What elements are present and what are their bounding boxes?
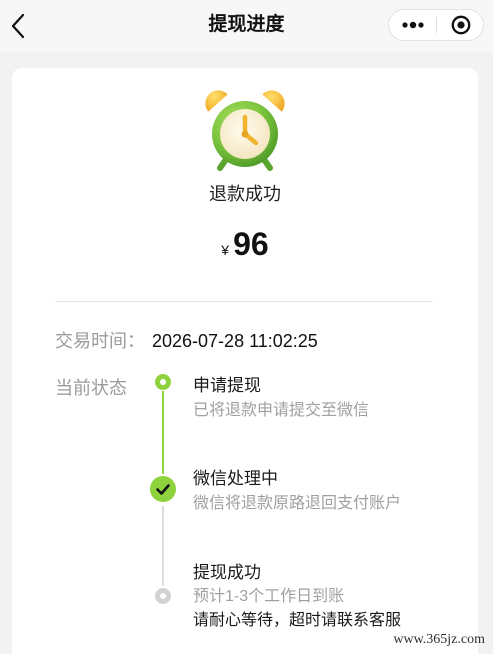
page-title: 提现进度 — [208, 14, 285, 35]
check-circle-icon — [150, 476, 176, 502]
transaction-time-value: 2026-07-28 11:02:25 — [152, 331, 318, 351]
timeline-connector — [162, 391, 164, 474]
step-description: 预计1-3个工作日到账 — [193, 588, 345, 605]
alarm-clock-icon — [205, 90, 285, 171]
step-dot-icon — [155, 588, 171, 604]
step-dot-icon — [155, 374, 171, 390]
amount-value: 96 — [233, 226, 269, 262]
withdraw-progress-page: 提现进度 退款成功 ¥ 96 交易时间： 2026-07-28 11:02:25… — [0, 0, 493, 654]
amount-display: ¥ 96 — [12, 224, 478, 264]
timeline-connector — [162, 506, 164, 586]
currency-symbol: ¥ — [221, 242, 230, 258]
step-title: 微信处理中 — [193, 469, 278, 488]
more-button[interactable] — [389, 10, 436, 40]
refund-status: 退款成功 — [209, 184, 281, 204]
capsule-menu — [388, 9, 484, 41]
current-state-label: 当前状态 — [55, 378, 127, 398]
nav-bar: 提现进度 — [0, 0, 493, 52]
step-title: 申请提现 — [193, 376, 261, 395]
transaction-time-label: 交易时间： — [55, 331, 145, 351]
chevron-left-icon — [11, 13, 25, 39]
step-note: 请耐心等待，超时请联系客服 — [193, 612, 402, 629]
watermark: www.365jz.com — [393, 632, 485, 647]
step-description: 微信将退款原路退回支付账户 — [193, 495, 402, 512]
progress-card: 退款成功 ¥ 96 交易时间： 2026-07-28 11:02:25 当前状态… — [12, 68, 478, 654]
back-button[interactable] — [6, 10, 34, 42]
more-dots-icon — [402, 21, 424, 29]
step-description: 已将退款申请提交至微信 — [193, 402, 370, 419]
target-circle-icon — [451, 15, 471, 35]
checkmark-icon — [156, 484, 170, 495]
step-title: 提现成功 — [193, 563, 261, 582]
close-miniprogram-button[interactable] — [437, 10, 484, 40]
divider — [55, 301, 433, 302]
